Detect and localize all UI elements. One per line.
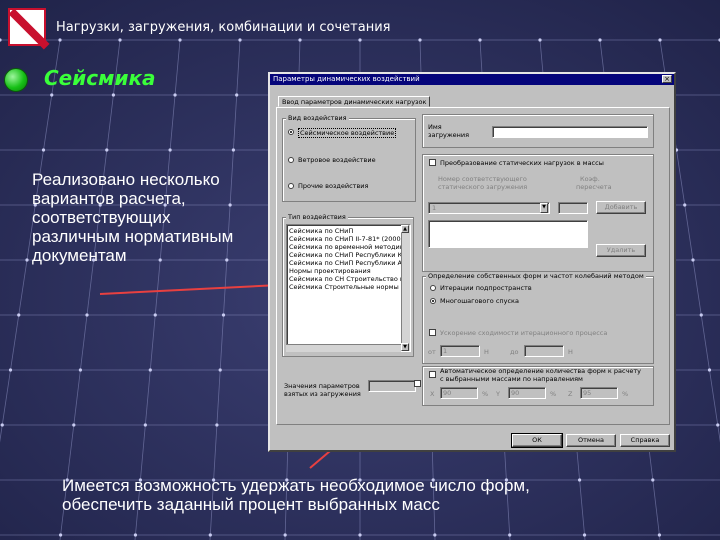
radio-seismic-label[interactable]: Сейсмическое воздействие bbox=[298, 128, 397, 138]
param1-to-input[interactable] bbox=[524, 345, 564, 357]
note-line: обеспечить заданный процент выбранных ма… bbox=[62, 495, 440, 514]
logo-icon bbox=[8, 8, 50, 50]
auto-z-input[interactable]: 95 bbox=[580, 387, 618, 399]
group-impact-type-label: Тип воздействия bbox=[286, 213, 348, 221]
load-name-label-1: Имя bbox=[428, 123, 442, 131]
conversion-col2-1: Коэф. bbox=[580, 175, 600, 183]
conversion-col2-2: пересчета bbox=[576, 183, 612, 191]
description-line: различным нормативным bbox=[32, 227, 234, 246]
description-line: соответствующих bbox=[32, 208, 171, 227]
auto-y-unit: % bbox=[550, 390, 557, 398]
list-item[interactable]: Сейсмика по СНиП Республики Казахстан bbox=[289, 251, 410, 259]
mass-transform-checkbox[interactable] bbox=[429, 159, 436, 166]
auto-z-unit: % bbox=[622, 390, 629, 398]
param1-from-input[interactable]: 1 bbox=[440, 345, 480, 357]
load-name-label-2: загружения bbox=[428, 131, 470, 139]
auto-modes-label-2[interactable]: с выбранными массами по направлениям bbox=[440, 375, 583, 383]
auto-modes-label-1[interactable]: Автоматическое определение количества фо… bbox=[440, 367, 641, 375]
params-block-label-1: Значения параметров bbox=[284, 382, 360, 390]
auto-z-label: Z bbox=[568, 390, 573, 398]
dynamic-params-dialog: Параметры динамических воздействий × Вво… bbox=[268, 72, 676, 452]
load-name-input[interactable] bbox=[492, 126, 648, 138]
cancel-button[interactable]: Отмена bbox=[566, 434, 616, 447]
radio-subspace-iteration-label[interactable]: Итерации подпространств bbox=[440, 284, 532, 292]
list-item[interactable]: Сейсмика по СНиП Республики Армения bbox=[289, 259, 410, 267]
bullet-icon bbox=[4, 68, 28, 92]
slide-title: Нагрузки, загружения, комбинации и сочет… bbox=[56, 20, 391, 35]
list-item[interactable]: Сейсмика по СНиП II-7-81* (2000) bbox=[289, 235, 403, 243]
param1-from-label: от bbox=[428, 348, 436, 356]
chevron-down-icon[interactable]: ▼ bbox=[540, 203, 548, 213]
ok-button[interactable]: ОК bbox=[511, 433, 563, 448]
description-line: Реализовано несколько bbox=[32, 170, 220, 189]
param1-to-label: до bbox=[510, 348, 519, 356]
acceleration-checkbox[interactable] bbox=[429, 329, 436, 336]
conversion-list[interactable] bbox=[428, 220, 588, 248]
radio-subspace-iteration[interactable] bbox=[430, 285, 436, 291]
dialog-titlebar[interactable]: Параметры динамических воздействий × bbox=[270, 74, 674, 85]
list-item[interactable]: Сейсмика по временной методике bbox=[289, 243, 408, 251]
param1-unit2: Н bbox=[568, 348, 573, 356]
dialog-title: Параметры динамических воздействий bbox=[273, 75, 420, 83]
scroll-down-icon[interactable]: ▼ bbox=[401, 343, 409, 351]
list-item[interactable]: Сейсмика по СНиП bbox=[289, 227, 353, 235]
params-block-select[interactable] bbox=[368, 380, 416, 392]
mass-transform-label[interactable]: Преобразование статических нагрузок в ма… bbox=[440, 159, 604, 167]
coef-input[interactable] bbox=[558, 202, 588, 214]
list-hscrollbar[interactable] bbox=[286, 344, 401, 352]
close-icon[interactable]: × bbox=[662, 75, 672, 83]
radio-wind-label[interactable]: Ветровое воздействие bbox=[298, 156, 376, 164]
delete-button[interactable]: Удалить bbox=[596, 244, 646, 257]
load-number-combo[interactable]: 1 bbox=[428, 202, 550, 214]
description-text: Реализовано несколько вариантов расчета,… bbox=[32, 170, 233, 265]
list-item[interactable]: Сейсмика Строительные нормы РФ bbox=[289, 283, 410, 291]
impact-type-list[interactable]: Сейсмика по СНиП Сейсмика по СНиП II-7-8… bbox=[286, 224, 411, 352]
section-title: Сейсмика bbox=[44, 66, 156, 90]
radio-seismic[interactable] bbox=[288, 129, 294, 135]
scroll-up-icon[interactable]: ▲ bbox=[401, 225, 409, 233]
modes-method-label: Определение собственных форм и частот ко… bbox=[426, 272, 646, 280]
auto-modes-checkbox[interactable] bbox=[429, 371, 436, 378]
list-scrollbar[interactable] bbox=[401, 225, 410, 351]
auto-x-label: X bbox=[430, 390, 435, 398]
list-item[interactable]: Сейсмика по СН Строительство в сейсмичны… bbox=[289, 275, 410, 283]
group-impact-kind-label: Вид воздействия bbox=[286, 114, 349, 122]
description-line: вариантов расчета, bbox=[32, 189, 186, 208]
acceleration-label[interactable]: Ускорение сходимости итерационного проце… bbox=[440, 329, 607, 337]
radio-other-label[interactable]: Прочие воздействия bbox=[298, 182, 368, 190]
radio-other[interactable] bbox=[288, 183, 294, 189]
note-line: Имеется возможность удержать необходимое… bbox=[62, 476, 530, 495]
radio-multistep-descent[interactable] bbox=[430, 298, 436, 304]
add-button[interactable]: Добавить bbox=[596, 201, 646, 214]
radio-wind[interactable] bbox=[288, 157, 294, 163]
conversion-col1-1: Номер соответствующего bbox=[438, 175, 527, 183]
auto-y-label: Y bbox=[496, 390, 500, 398]
list-item[interactable]: Нормы проектирования bbox=[289, 267, 371, 275]
radio-multistep-descent-label[interactable]: Многошагового спуска bbox=[440, 297, 519, 305]
auto-x-input[interactable]: 90 bbox=[440, 387, 478, 399]
conversion-col1-2: статического загружения bbox=[438, 183, 528, 191]
auto-y-input[interactable]: 90 bbox=[508, 387, 546, 399]
param1-unit1: Н bbox=[484, 348, 489, 356]
auto-x-unit: % bbox=[482, 390, 489, 398]
note-text: Имеется возможность удержать необходимое… bbox=[62, 476, 530, 514]
description-line: документам bbox=[32, 246, 127, 265]
help-button[interactable]: Справка bbox=[620, 434, 670, 447]
params-block-checkbox[interactable] bbox=[414, 380, 421, 387]
params-block-label-2: взятых из загружения bbox=[284, 390, 361, 398]
tab-dynamic-params[interactable]: Ввод параметров динамических нагрузок bbox=[278, 96, 431, 107]
